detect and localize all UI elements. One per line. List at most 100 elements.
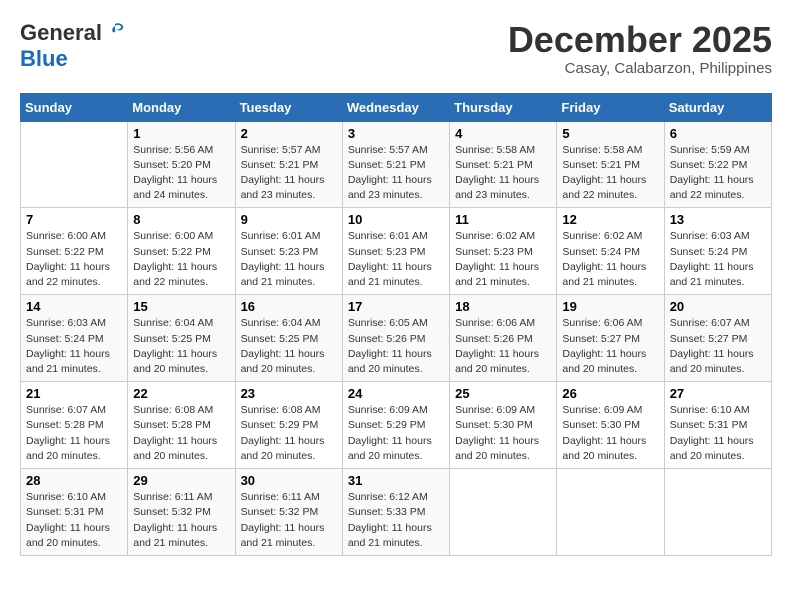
day-number: 11 bbox=[455, 212, 551, 227]
day-number: 12 bbox=[562, 212, 658, 227]
day-info: Sunrise: 6:06 AM Sunset: 5:27 PM Dayligh… bbox=[562, 316, 658, 377]
day-cell: 3 Sunrise: 5:57 AM Sunset: 5:21 PM Daylig… bbox=[342, 121, 449, 208]
day-number: 18 bbox=[455, 299, 551, 314]
day-number: 27 bbox=[670, 386, 766, 401]
day-cell: 1Sunrise: 5:56 AM Sunset: 5:20 PM Daylig… bbox=[128, 121, 235, 208]
day-info: Sunrise: 6:06 AM Sunset: 5:26 PM Dayligh… bbox=[455, 316, 551, 377]
day-cell: 16Sunrise: 6:04 AM Sunset: 5:25 PM Dayli… bbox=[235, 295, 342, 382]
day-cell: 26 Sunrise: 6:09 AM Sunset: 5:30 PM Dayli… bbox=[557, 382, 664, 469]
day-number: 30 bbox=[241, 473, 337, 488]
day-info: Sunrise: 6:02 AM Sunset: 5:24 PM Dayligh… bbox=[562, 229, 658, 290]
day-number: 8 bbox=[133, 212, 229, 227]
day-info: Sunrise: 6:01 AM Sunset: 5:23 PM Dayligh… bbox=[348, 229, 444, 290]
day-info: Sunrise: 6:01 AM Sunset: 5:23 PM Dayligh… bbox=[241, 229, 337, 290]
day-cell: 12 Sunrise: 6:02 AM Sunset: 5:24 PM Dayli… bbox=[557, 208, 664, 295]
day-number: 6 bbox=[670, 126, 766, 141]
day-cell: 27 Sunrise: 6:10 AM Sunset: 5:31 PM Dayli… bbox=[664, 382, 771, 469]
day-info: Sunrise: 6:07 AM Sunset: 5:27 PM Dayligh… bbox=[670, 316, 766, 377]
day-info: Sunrise: 5:56 AM Sunset: 5:20 PM Dayligh… bbox=[133, 143, 229, 204]
day-cell: 15Sunrise: 6:04 AM Sunset: 5:25 PM Dayli… bbox=[128, 295, 235, 382]
day-number: 9 bbox=[241, 212, 337, 227]
day-cell: 14 Sunrise: 6:03 AM Sunset: 5:24 PM Dayli… bbox=[21, 295, 128, 382]
day-cell bbox=[450, 469, 557, 556]
day-cell: 28Sunrise: 6:10 AM Sunset: 5:31 PM Dayli… bbox=[21, 469, 128, 556]
day-info: Sunrise: 6:09 AM Sunset: 5:30 PM Dayligh… bbox=[455, 403, 551, 464]
month-title: December 2025 bbox=[508, 20, 772, 60]
day-cell: 10Sunrise: 6:01 AM Sunset: 5:23 PM Dayli… bbox=[342, 208, 449, 295]
day-number: 28 bbox=[26, 473, 122, 488]
day-number: 25 bbox=[455, 386, 551, 401]
location: Casay, Calabarzon, Philippines bbox=[508, 60, 772, 77]
day-cell: 23 Sunrise: 6:08 AM Sunset: 5:29 PM Dayli… bbox=[235, 382, 342, 469]
week-row-4: 21 Sunrise: 6:07 AM Sunset: 5:28 PM Dayli… bbox=[21, 382, 772, 469]
day-number: 21 bbox=[26, 386, 122, 401]
weekday-header-wednesday: Wednesday bbox=[342, 93, 449, 121]
weekday-header-saturday: Saturday bbox=[664, 93, 771, 121]
week-row-3: 14 Sunrise: 6:03 AM Sunset: 5:24 PM Dayli… bbox=[21, 295, 772, 382]
day-number: 14 bbox=[26, 299, 122, 314]
calendar-table: SundayMondayTuesdayWednesdayThursdayFrid… bbox=[20, 93, 772, 556]
day-cell: 9 Sunrise: 6:01 AM Sunset: 5:23 PM Daylig… bbox=[235, 208, 342, 295]
day-info: Sunrise: 6:08 AM Sunset: 5:29 PM Dayligh… bbox=[241, 403, 337, 464]
day-cell: 13 Sunrise: 6:03 AM Sunset: 5:24 PM Dayli… bbox=[664, 208, 771, 295]
header: General Blue December 2025 Casay, Calaba… bbox=[20, 20, 772, 77]
day-info: Sunrise: 5:57 AM Sunset: 5:21 PM Dayligh… bbox=[348, 143, 444, 204]
day-info: Sunrise: 6:11 AM Sunset: 5:32 PM Dayligh… bbox=[241, 490, 337, 551]
day-number: 13 bbox=[670, 212, 766, 227]
weekday-header-tuesday: Tuesday bbox=[235, 93, 342, 121]
day-info: Sunrise: 5:57 AM Sunset: 5:21 PM Dayligh… bbox=[241, 143, 337, 204]
day-cell: 18 Sunrise: 6:06 AM Sunset: 5:26 PM Dayli… bbox=[450, 295, 557, 382]
day-cell: 2 Sunrise: 5:57 AM Sunset: 5:21 PM Daylig… bbox=[235, 121, 342, 208]
day-info: Sunrise: 5:58 AM Sunset: 5:21 PM Dayligh… bbox=[455, 143, 551, 204]
day-cell bbox=[21, 121, 128, 208]
day-number: 20 bbox=[670, 299, 766, 314]
day-number: 7 bbox=[26, 212, 122, 227]
day-cell bbox=[664, 469, 771, 556]
day-number: 4 bbox=[455, 126, 551, 141]
day-number: 26 bbox=[562, 386, 658, 401]
weekday-header-thursday: Thursday bbox=[450, 93, 557, 121]
day-info: Sunrise: 6:04 AM Sunset: 5:25 PM Dayligh… bbox=[133, 316, 229, 377]
weekday-header-monday: Monday bbox=[128, 93, 235, 121]
day-number: 22 bbox=[133, 386, 229, 401]
day-cell: 29 Sunrise: 6:11 AM Sunset: 5:32 PM Dayli… bbox=[128, 469, 235, 556]
week-row-1: 1Sunrise: 5:56 AM Sunset: 5:20 PM Daylig… bbox=[21, 121, 772, 208]
day-cell bbox=[557, 469, 664, 556]
day-info: Sunrise: 6:03 AM Sunset: 5:24 PM Dayligh… bbox=[26, 316, 122, 377]
day-number: 5 bbox=[562, 126, 658, 141]
day-info: Sunrise: 6:11 AM Sunset: 5:32 PM Dayligh… bbox=[133, 490, 229, 551]
day-cell: 17Sunrise: 6:05 AM Sunset: 5:26 PM Dayli… bbox=[342, 295, 449, 382]
day-cell: 25 Sunrise: 6:09 AM Sunset: 5:30 PM Dayli… bbox=[450, 382, 557, 469]
day-cell: 20 Sunrise: 6:07 AM Sunset: 5:27 PM Dayli… bbox=[664, 295, 771, 382]
day-cell: 22Sunrise: 6:08 AM Sunset: 5:28 PM Dayli… bbox=[128, 382, 235, 469]
day-info: Sunrise: 6:02 AM Sunset: 5:23 PM Dayligh… bbox=[455, 229, 551, 290]
day-info: Sunrise: 6:07 AM Sunset: 5:28 PM Dayligh… bbox=[26, 403, 122, 464]
day-cell: 5 Sunrise: 5:58 AM Sunset: 5:21 PM Daylig… bbox=[557, 121, 664, 208]
day-cell: 30 Sunrise: 6:11 AM Sunset: 5:32 PM Dayli… bbox=[235, 469, 342, 556]
day-number: 17 bbox=[348, 299, 444, 314]
day-info: Sunrise: 6:09 AM Sunset: 5:30 PM Dayligh… bbox=[562, 403, 658, 464]
day-number: 3 bbox=[348, 126, 444, 141]
day-number: 29 bbox=[133, 473, 229, 488]
day-number: 19 bbox=[562, 299, 658, 314]
day-cell: 19 Sunrise: 6:06 AM Sunset: 5:27 PM Dayli… bbox=[557, 295, 664, 382]
weekday-header-row: SundayMondayTuesdayWednesdayThursdayFrid… bbox=[21, 93, 772, 121]
weekday-header-sunday: Sunday bbox=[21, 93, 128, 121]
day-cell: 8 Sunrise: 6:00 AM Sunset: 5:22 PM Daylig… bbox=[128, 208, 235, 295]
day-cell: 21 Sunrise: 6:07 AM Sunset: 5:28 PM Dayli… bbox=[21, 382, 128, 469]
bird-icon bbox=[104, 20, 126, 42]
day-number: 31 bbox=[348, 473, 444, 488]
day-cell: 7Sunrise: 6:00 AM Sunset: 5:22 PM Daylig… bbox=[21, 208, 128, 295]
day-info: Sunrise: 6:03 AM Sunset: 5:24 PM Dayligh… bbox=[670, 229, 766, 290]
day-info: Sunrise: 6:04 AM Sunset: 5:25 PM Dayligh… bbox=[241, 316, 337, 377]
day-number: 23 bbox=[241, 386, 337, 401]
logo-general: General bbox=[20, 20, 102, 46]
day-number: 24 bbox=[348, 386, 444, 401]
day-info: Sunrise: 6:12 AM Sunset: 5:33 PM Dayligh… bbox=[348, 490, 444, 551]
logo: General Blue bbox=[20, 20, 126, 72]
day-cell: 31 Sunrise: 6:12 AM Sunset: 5:33 PM Dayli… bbox=[342, 469, 449, 556]
day-info: Sunrise: 5:58 AM Sunset: 5:21 PM Dayligh… bbox=[562, 143, 658, 204]
day-number: 2 bbox=[241, 126, 337, 141]
day-info: Sunrise: 6:00 AM Sunset: 5:22 PM Dayligh… bbox=[133, 229, 229, 290]
day-info: Sunrise: 6:10 AM Sunset: 5:31 PM Dayligh… bbox=[670, 403, 766, 464]
